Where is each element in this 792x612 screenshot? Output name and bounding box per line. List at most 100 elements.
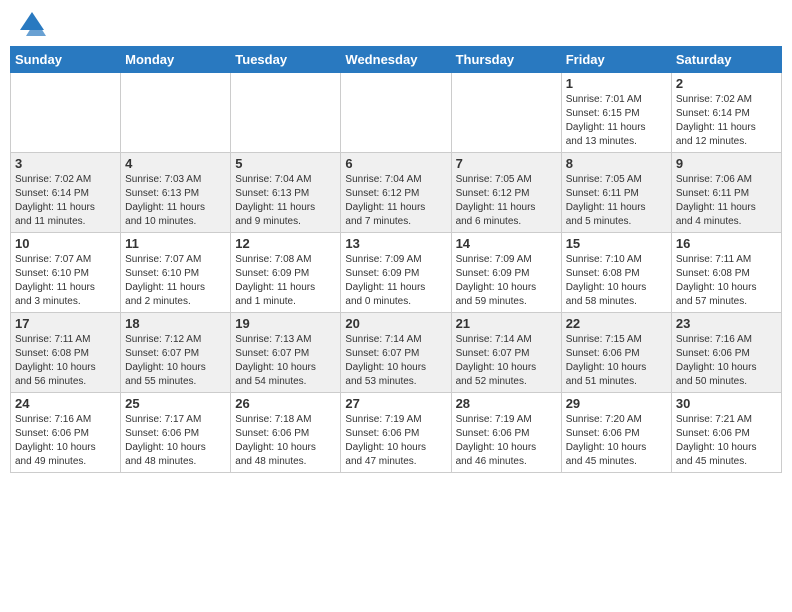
day-cell: 16 Sunrise: 7:11 AM Sunset: 6:08 PM Dayli… [671, 233, 781, 313]
day-number: 12 [235, 236, 336, 251]
day-cell: 14 Sunrise: 7:09 AM Sunset: 6:09 PM Dayli… [451, 233, 561, 313]
weekday-header-monday: Monday [121, 47, 231, 73]
week-row-5: 24Sunrise: 7:16 AM Sunset: 6:06 PM Dayli… [11, 393, 782, 473]
day-info: Sunrise: 7:11 AM Sunset: 6:08 PM Dayligh… [15, 333, 116, 389]
logo [14, 10, 46, 38]
day-info: Sunrise: 7:12 AM Sunset: 6:07 PM Dayligh… [125, 333, 226, 389]
day-info: Sunrise: 7:13 AM Sunset: 6:07 PM Dayligh… [235, 333, 336, 389]
day-info: Sunrise: 7:04 AM Sunset: 6:12 PM Dayligh… [345, 173, 446, 229]
day-info: Sunrise: 7:21 AM Sunset: 6:06 PM Dayligh… [676, 413, 777, 469]
day-number: 17 [15, 316, 116, 331]
week-row-3: 10 Sunrise: 7:07 AM Sunset: 6:10 PM Dayli… [11, 233, 782, 313]
day-cell: 10 Sunrise: 7:07 AM Sunset: 6:10 PM Dayli… [11, 233, 121, 313]
weekday-header-saturday: Saturday [671, 47, 781, 73]
day-number: 20 [345, 316, 446, 331]
day-info: Sunrise: 7:14 AM Sunset: 6:07 PM Dayligh… [456, 333, 557, 389]
day-cell: 2Sunrise: 7:02 AM Sunset: 6:14 PM Daylig… [671, 73, 781, 153]
day-cell: 25 Sunrise: 7:17 AM Sunset: 6:06 PM Dayli… [121, 393, 231, 473]
day-info: Sunrise: 7:02 AM Sunset: 6:14 PM Dayligh… [15, 173, 116, 229]
week-row-2: 3 Sunrise: 7:02 AM Sunset: 6:14 PM Daylig… [11, 153, 782, 233]
day-cell: 6 Sunrise: 7:04 AM Sunset: 6:12 PM Daylig… [341, 153, 451, 233]
day-number: 7 [456, 156, 557, 171]
day-info: Sunrise: 7:15 AM Sunset: 6:06 PM Dayligh… [566, 333, 667, 389]
day-number: 1 [566, 76, 667, 91]
day-cell: 3 Sunrise: 7:02 AM Sunset: 6:14 PM Daylig… [11, 153, 121, 233]
day-cell [451, 73, 561, 153]
day-cell: 7 Sunrise: 7:05 AM Sunset: 6:12 PM Daylig… [451, 153, 561, 233]
day-number: 22 [566, 316, 667, 331]
day-info: Sunrise: 7:02 AM Sunset: 6:14 PM Dayligh… [676, 93, 777, 149]
day-info: Sunrise: 7:14 AM Sunset: 6:07 PM Dayligh… [345, 333, 446, 389]
day-cell: 20 Sunrise: 7:14 AM Sunset: 6:07 PM Dayli… [341, 313, 451, 393]
day-number: 11 [125, 236, 226, 251]
header [10, 10, 782, 38]
weekday-header-row: SundayMondayTuesdayWednesdayThursdayFrid… [11, 47, 782, 73]
day-info: Sunrise: 7:07 AM Sunset: 6:10 PM Dayligh… [15, 253, 116, 309]
day-cell: 15Sunrise: 7:10 AM Sunset: 6:08 PM Dayli… [561, 233, 671, 313]
weekday-header-wednesday: Wednesday [341, 47, 451, 73]
day-cell: 28 Sunrise: 7:19 AM Sunset: 6:06 PM Dayli… [451, 393, 561, 473]
day-cell: 1 Sunrise: 7:01 AM Sunset: 6:15 PM Daylig… [561, 73, 671, 153]
day-info: Sunrise: 7:09 AM Sunset: 6:09 PM Dayligh… [345, 253, 446, 309]
day-number: 18 [125, 316, 226, 331]
week-row-1: 1 Sunrise: 7:01 AM Sunset: 6:15 PM Daylig… [11, 73, 782, 153]
day-cell: 19 Sunrise: 7:13 AM Sunset: 6:07 PM Dayli… [231, 313, 341, 393]
day-cell: 23 Sunrise: 7:16 AM Sunset: 6:06 PM Dayli… [671, 313, 781, 393]
day-cell: 5 Sunrise: 7:04 AM Sunset: 6:13 PM Daylig… [231, 153, 341, 233]
day-info: Sunrise: 7:07 AM Sunset: 6:10 PM Dayligh… [125, 253, 226, 309]
day-cell: 9 Sunrise: 7:06 AM Sunset: 6:11 PM Daylig… [671, 153, 781, 233]
day-cell [231, 73, 341, 153]
day-cell: 24Sunrise: 7:16 AM Sunset: 6:06 PM Dayli… [11, 393, 121, 473]
day-cell: 8 Sunrise: 7:05 AM Sunset: 6:11 PM Daylig… [561, 153, 671, 233]
day-info: Sunrise: 7:10 AM Sunset: 6:08 PM Dayligh… [566, 253, 667, 309]
day-info: Sunrise: 7:16 AM Sunset: 6:06 PM Dayligh… [15, 413, 116, 469]
day-number: 10 [15, 236, 116, 251]
day-number: 28 [456, 396, 557, 411]
day-cell: 18 Sunrise: 7:12 AM Sunset: 6:07 PM Dayli… [121, 313, 231, 393]
day-cell: 11 Sunrise: 7:07 AM Sunset: 6:10 PM Dayli… [121, 233, 231, 313]
day-number: 14 [456, 236, 557, 251]
logo-icon [18, 10, 46, 38]
day-number: 16 [676, 236, 777, 251]
day-number: 6 [345, 156, 446, 171]
day-number: 9 [676, 156, 777, 171]
weekday-header-thursday: Thursday [451, 47, 561, 73]
day-info: Sunrise: 7:11 AM Sunset: 6:08 PM Dayligh… [676, 253, 777, 309]
day-info: Sunrise: 7:18 AM Sunset: 6:06 PM Dayligh… [235, 413, 336, 469]
day-info: Sunrise: 7:05 AM Sunset: 6:11 PM Dayligh… [566, 173, 667, 229]
day-cell: 4Sunrise: 7:03 AM Sunset: 6:13 PM Daylig… [121, 153, 231, 233]
day-cell: 13 Sunrise: 7:09 AM Sunset: 6:09 PM Dayli… [341, 233, 451, 313]
day-cell: 17 Sunrise: 7:11 AM Sunset: 6:08 PM Dayli… [11, 313, 121, 393]
day-cell [341, 73, 451, 153]
day-info: Sunrise: 7:16 AM Sunset: 6:06 PM Dayligh… [676, 333, 777, 389]
day-cell: 21Sunrise: 7:14 AM Sunset: 6:07 PM Dayli… [451, 313, 561, 393]
day-info: Sunrise: 7:08 AM Sunset: 6:09 PM Dayligh… [235, 253, 336, 309]
day-number: 29 [566, 396, 667, 411]
weekday-header-sunday: Sunday [11, 47, 121, 73]
week-row-4: 17 Sunrise: 7:11 AM Sunset: 6:08 PM Dayli… [11, 313, 782, 393]
day-info: Sunrise: 7:01 AM Sunset: 6:15 PM Dayligh… [566, 93, 667, 149]
day-info: Sunrise: 7:03 AM Sunset: 6:13 PM Dayligh… [125, 173, 226, 229]
day-info: Sunrise: 7:05 AM Sunset: 6:12 PM Dayligh… [456, 173, 557, 229]
day-number: 26 [235, 396, 336, 411]
day-info: Sunrise: 7:19 AM Sunset: 6:06 PM Dayligh… [345, 413, 446, 469]
day-cell: 12 Sunrise: 7:08 AM Sunset: 6:09 PM Dayli… [231, 233, 341, 313]
day-info: Sunrise: 7:19 AM Sunset: 6:06 PM Dayligh… [456, 413, 557, 469]
day-info: Sunrise: 7:04 AM Sunset: 6:13 PM Dayligh… [235, 173, 336, 229]
calendar: SundayMondayTuesdayWednesdayThursdayFrid… [10, 46, 782, 473]
weekday-header-tuesday: Tuesday [231, 47, 341, 73]
day-number: 8 [566, 156, 667, 171]
day-number: 19 [235, 316, 336, 331]
day-info: Sunrise: 7:20 AM Sunset: 6:06 PM Dayligh… [566, 413, 667, 469]
day-number: 25 [125, 396, 226, 411]
day-number: 3 [15, 156, 116, 171]
day-number: 23 [676, 316, 777, 331]
day-info: Sunrise: 7:17 AM Sunset: 6:06 PM Dayligh… [125, 413, 226, 469]
weekday-header-friday: Friday [561, 47, 671, 73]
day-info: Sunrise: 7:06 AM Sunset: 6:11 PM Dayligh… [676, 173, 777, 229]
day-number: 5 [235, 156, 336, 171]
day-info: Sunrise: 7:09 AM Sunset: 6:09 PM Dayligh… [456, 253, 557, 309]
day-number: 13 [345, 236, 446, 251]
day-cell [11, 73, 121, 153]
day-cell: 26 Sunrise: 7:18 AM Sunset: 6:06 PM Dayli… [231, 393, 341, 473]
